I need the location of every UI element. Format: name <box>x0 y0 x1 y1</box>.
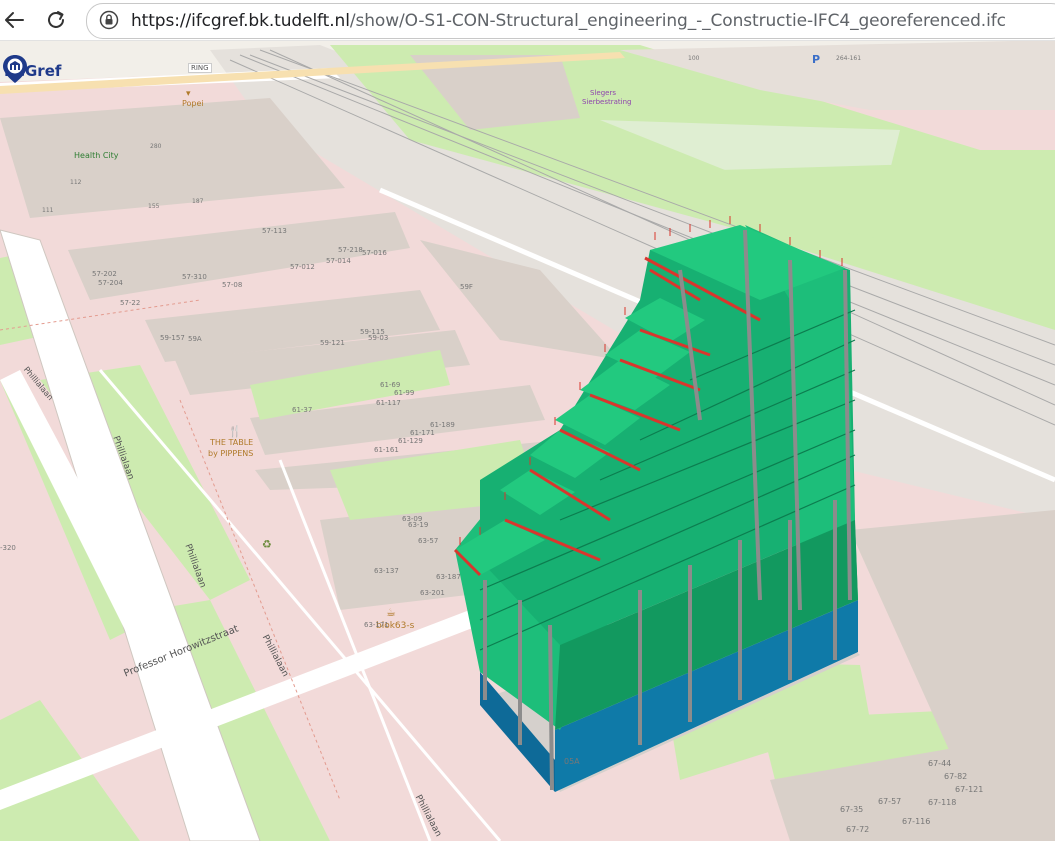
house-number: 67-72 <box>846 825 870 834</box>
house-number: 61-171 <box>410 429 435 437</box>
house-number: 59F <box>460 283 473 291</box>
house-number: 57-012 <box>290 263 315 271</box>
house-number: -320 <box>0 544 16 552</box>
house-number: 111 <box>42 207 54 214</box>
house-number: 100 <box>688 55 700 62</box>
house-number: 57-014 <box>326 257 351 265</box>
house-number: 59-03 <box>368 334 389 342</box>
address-bar[interactable]: https://ifcgref.bk.tudelft.nl/show/O-S1-… <box>86 3 1055 39</box>
house-number: 57-202 <box>92 270 117 278</box>
house-number: 61-129 <box>398 437 423 445</box>
house-number: 05A <box>564 757 580 766</box>
house-number: 67-116 <box>902 817 931 826</box>
poi-the-table-line2[interactable]: by PIPPENS <box>208 449 253 458</box>
house-number: 187 <box>192 198 204 205</box>
house-number: 67-82 <box>944 772 968 781</box>
house-number: 63-137 <box>374 567 399 575</box>
reload-icon <box>48 11 64 28</box>
site-info-button[interactable] <box>99 10 119 30</box>
house-number: 61-117 <box>376 399 401 407</box>
poi-slegers-line1[interactable]: Slegers <box>590 89 616 97</box>
back-arrow-icon <box>5 12 24 28</box>
house-number: 63-187 <box>436 573 461 581</box>
browser-toolbar: https://ifcgref.bk.tudelft.nl/show/O-S1-… <box>0 0 1055 41</box>
house-number: 63-57 <box>418 537 439 545</box>
house-number: 67-118 <box>928 798 957 807</box>
street-label-ring: RING <box>188 63 212 73</box>
poi-the-table-line1[interactable]: THE TABLE <box>210 438 253 447</box>
url-host: https://ifcgref.bk.tudelft.nl <box>131 11 350 31</box>
house-number: 61-189 <box>430 421 455 429</box>
parking-icon: P <box>812 53 821 66</box>
restaurant-icon: 🍴 <box>228 425 242 438</box>
house-number: 59-157 <box>160 334 185 342</box>
house-number: 67-121 <box>955 785 984 794</box>
house-number: 57-204 <box>98 279 123 287</box>
house-number: 57-310 <box>182 273 207 281</box>
house-number: 57-218 <box>338 246 363 254</box>
house-number: 67-35 <box>840 805 864 814</box>
house-number: 63-19 <box>408 521 429 529</box>
back-button[interactable] <box>2 8 26 32</box>
reload-button[interactable] <box>44 8 68 32</box>
ifc-building-model[interactable] <box>0 41 1055 841</box>
house-number: 155 <box>148 203 160 210</box>
house-number: 63-201 <box>420 589 445 597</box>
house-number: 57-016 <box>362 249 387 257</box>
house-number: 280 <box>150 143 162 150</box>
recycling-icon: ♻ <box>262 538 272 551</box>
url-path: /show/O-S1-CON-Structural_engineering_-_… <box>349 11 1006 31</box>
site-info-icon <box>99 10 119 30</box>
house-number: 67-44 <box>928 759 952 768</box>
house-number: 59-121 <box>320 339 345 347</box>
house-number: 67-57 <box>878 797 902 806</box>
poi-health-city[interactable]: Health City <box>74 151 119 160</box>
map-viewport[interactable]: RING Professor Horowitzstraat Phillialaa… <box>0 41 1055 841</box>
url-text[interactable]: https://ifcgref.bk.tudelft.nl/show/O-S1-… <box>131 11 1006 31</box>
house-number: 63-171 <box>364 621 389 629</box>
house-number: 59A <box>188 335 202 343</box>
cafe-icon: ☕ <box>386 606 396 619</box>
fastfood-icon: ▾ <box>186 89 191 99</box>
ifcgref-logo[interactable]: IfcGref <box>2 54 61 88</box>
house-number: 57-08 <box>222 281 243 289</box>
poi-slegers-line2[interactable]: Sierbestrating <box>582 98 631 106</box>
house-number: 57-22 <box>120 299 141 307</box>
house-number: 61-99 <box>394 389 415 397</box>
house-number: 61-69 <box>380 381 401 389</box>
house-number: 112 <box>70 179 82 186</box>
house-number: 61-37 <box>292 406 313 414</box>
map-pin-icon <box>3 55 27 83</box>
poi-popei[interactable]: Popei <box>182 99 204 108</box>
house-number: 57-113 <box>262 227 287 235</box>
house-number: 264-161 <box>836 55 862 62</box>
house-number: 61-161 <box>374 446 399 454</box>
